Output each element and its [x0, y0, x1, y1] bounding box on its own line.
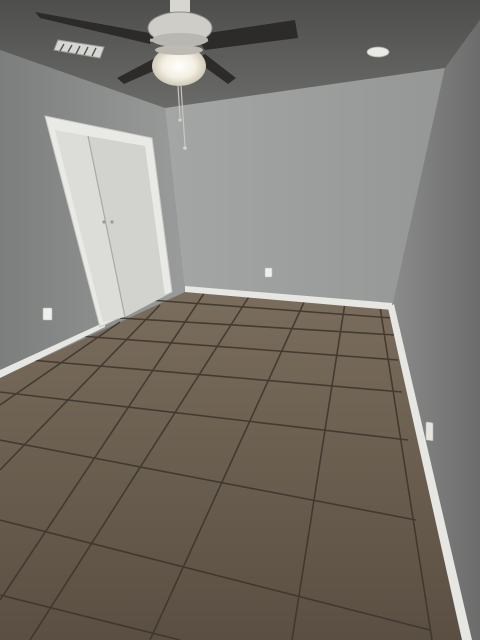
- room-scene: [0, 0, 480, 640]
- electrical-outlet-back: [264, 267, 273, 278]
- closet-door-knob-left: [102, 220, 106, 224]
- fan-downrod: [170, 0, 190, 12]
- smoke-detector: [366, 46, 390, 58]
- closet-door-knob-right: [110, 220, 114, 224]
- electrical-outlet-right: [425, 421, 434, 442]
- electrical-outlet-left: [42, 307, 53, 321]
